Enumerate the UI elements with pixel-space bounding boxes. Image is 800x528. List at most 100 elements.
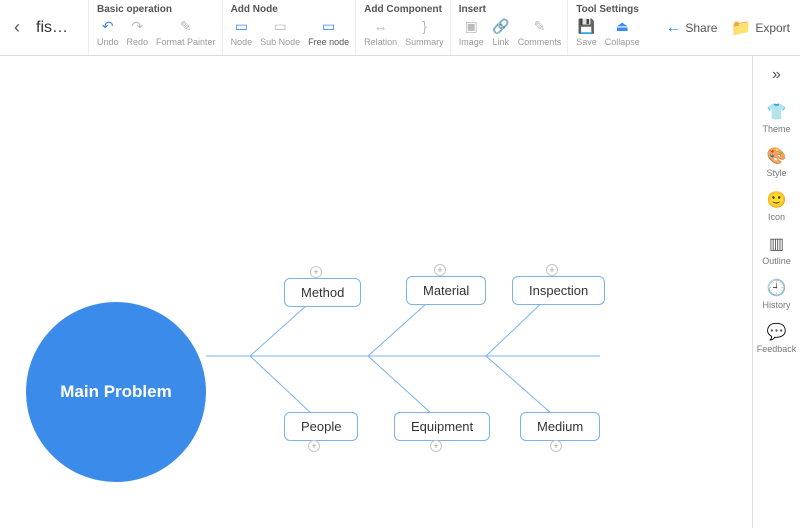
collapse-button[interactable]: ⏏ Collapse [605,17,640,47]
back-button[interactable]: ‹ [0,0,34,55]
share-icon: ← [665,19,681,37]
theme-icon: 👕 [767,102,787,122]
fishbone-cause-node[interactable]: Material [406,276,486,305]
feedback-icon: 💬 [767,322,787,342]
redo-icon: ↷ [128,17,146,35]
comments-button[interactable]: ✎ Comments [518,17,562,47]
export-label: Export [755,21,790,35]
document-title-input[interactable]: fis… [34,0,88,55]
share-label: Share [685,21,717,35]
add-child-button[interactable]: + [310,266,322,278]
node-icon: ▭ [232,17,250,35]
toolbar-group-label: Basic operation [97,4,216,15]
sub-node-icon: ▭ [271,17,289,35]
toolbar-group-label: Add Component [364,4,444,15]
fishbone-cause-node[interactable]: Medium [520,412,600,441]
relation-icon: ↔ [372,17,390,35]
sidebar-item-label: Icon [768,212,785,222]
redo-button[interactable]: ↷ Redo [127,17,149,47]
sidebar-item-label: Outline [762,256,791,266]
sidebar-item-outline[interactable]: ▥ Outline [762,234,791,266]
node-label: Node [231,37,253,47]
format-painter-label: Format Painter [156,37,216,47]
add-child-button[interactable]: + [434,264,446,276]
free-node-icon: ▭ [320,17,338,35]
image-button[interactable]: ▣ Image [459,17,484,47]
sub-node-button[interactable]: ▭ Sub Node [260,17,300,47]
fishbone-cause-label: Material [423,283,469,298]
fishbone-head-node[interactable]: Main Problem [26,302,206,482]
free-node-button[interactable]: ▭ Free node [308,17,349,47]
add-child-button[interactable]: + [550,440,562,452]
add-child-button[interactable]: + [430,440,442,452]
toolbar-group-tool-settings: Tool Settings 💾 Save ⏏ Collapse [567,0,646,55]
add-child-button[interactable]: + [308,440,320,452]
summary-icon: } [415,17,433,35]
summary-button[interactable]: } Summary [405,17,444,47]
export-icon: 📁 [731,18,751,38]
add-child-button[interactable]: + [546,264,558,276]
toolbar-group-label: Add Node [231,4,350,15]
right-sidebar: » 👕Theme 🎨Style 🙂Icon ▥Outline 🕘History … [752,56,800,528]
style-icon: 🎨 [767,146,787,166]
fishbone-cause-node[interactable]: People [284,412,358,441]
toolbar-group-add-node: Add Node ▭ Node ▭ Sub Node ▭ Free node [222,0,356,55]
summary-label: Summary [405,37,444,47]
collapse-icon: ⏏ [613,17,631,35]
outline-icon: ▥ [769,234,784,254]
fishbone-head-label: Main Problem [60,382,171,402]
toolbar-group-label: Tool Settings [576,4,640,15]
undo-label: Undo [97,37,119,47]
toolbar-right-actions: ← Share 📁 Export [665,0,800,55]
format-painter-icon: ✎ [177,17,195,35]
sidebar-item-label: Style [766,168,786,178]
icon-icon: 🙂 [767,190,787,210]
diagram-canvas[interactable]: Main Problem Method + Material + Inspect… [0,56,752,528]
share-button[interactable]: ← Share [665,19,717,37]
sidebar-item-style[interactable]: 🎨 Style [766,146,786,178]
sidebar-item-label: Theme [762,124,790,134]
sidebar-item-theme[interactable]: 👕 Theme [762,102,790,134]
fishbone-cause-label: People [301,419,341,434]
fishbone-cause-node[interactable]: Method [284,278,361,307]
relation-button[interactable]: ↔ Relation [364,17,397,47]
fishbone-cause-node[interactable]: Inspection [512,276,605,305]
redo-label: Redo [127,37,149,47]
fishbone-cause-label: Medium [537,419,583,434]
sidebar-item-label: Feedback [757,344,797,354]
sidebar-item-feedback[interactable]: 💬 Feedback [757,322,797,354]
undo-button[interactable]: ↶ Undo [97,17,119,47]
link-button[interactable]: 🔗 Link [492,17,510,47]
fishbone-cause-label: Inspection [529,283,588,298]
sidebar-item-label: History [762,300,790,310]
fishbone-cause-node[interactable]: Equipment [394,412,490,441]
fishbone-cause-label: Method [301,285,344,300]
export-button[interactable]: 📁 Export [731,18,790,38]
image-icon: ▣ [462,17,480,35]
undo-icon: ↶ [99,17,117,35]
link-icon: 🔗 [492,17,510,35]
toolbar-group-add-component: Add Component ↔ Relation } Summary [355,0,450,55]
save-icon: 💾 [577,17,595,35]
save-label: Save [576,37,597,47]
collapse-label: Collapse [605,37,640,47]
sub-node-label: Sub Node [260,37,300,47]
link-label: Link [492,37,509,47]
format-painter-button[interactable]: ✎ Format Painter [156,17,216,47]
node-button[interactable]: ▭ Node [231,17,253,47]
top-toolbar: ‹ fis… Basic operation ↶ Undo ↷ Redo ✎ Form… [0,0,800,56]
save-button[interactable]: 💾 Save [576,17,597,47]
sidebar-item-icon[interactable]: 🙂 Icon [767,190,787,222]
sidebar-collapse-button[interactable]: » [772,66,781,84]
comments-label: Comments [518,37,562,47]
sidebar-item-history[interactable]: 🕘 History [762,278,790,310]
relation-label: Relation [364,37,397,47]
fishbone-cause-label: Equipment [411,419,473,434]
comments-icon: ✎ [530,17,548,35]
toolbar-group-label: Insert [459,4,562,15]
free-node-label: Free node [308,37,349,47]
toolbar-group-insert: Insert ▣ Image 🔗 Link ✎ Comments [450,0,568,55]
history-icon: 🕘 [767,278,787,298]
image-label: Image [459,37,484,47]
toolbar-group-basic: Basic operation ↶ Undo ↷ Redo ✎ Format Pain… [88,0,222,55]
